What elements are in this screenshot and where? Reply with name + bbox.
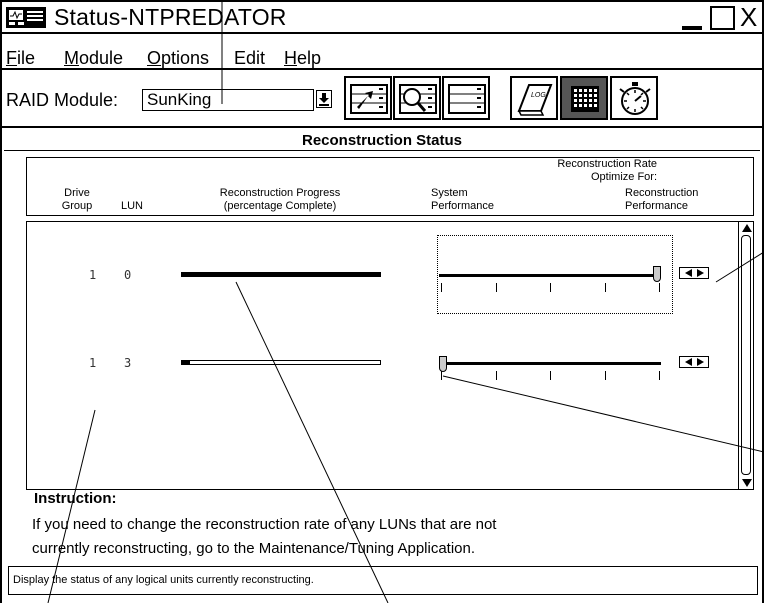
rate-spin-button[interactable] — [679, 356, 709, 368]
maximize-button[interactable] — [710, 6, 735, 30]
menu-bar: File Module Options Edit Help — [2, 34, 762, 70]
rate-slider-thumb[interactable] — [653, 266, 661, 282]
slider-tick — [550, 371, 551, 380]
vertical-scrollbar[interactable] — [738, 221, 754, 490]
scroll-up-arrow-icon[interactable] — [742, 224, 752, 232]
message-log-button[interactable]: LOG — [510, 76, 558, 120]
grid-display-icon — [571, 86, 599, 112]
slider-tick — [550, 283, 551, 292]
column-header: Drive Group LUN Reconstruction Progress … — [26, 157, 754, 216]
rate-spin-button[interactable] — [679, 267, 709, 279]
drive-stack-icon — [448, 84, 486, 114]
left-arrow-icon[interactable] — [685, 269, 692, 277]
magnifier-icon — [399, 84, 437, 114]
title-bar: Status-NTPREDATOR X — [2, 2, 762, 34]
stopwatch-icon — [619, 82, 651, 115]
header-lun: LUN — [120, 200, 143, 212]
header-system-performance: System Performance — [431, 187, 494, 212]
configuration-icon — [350, 84, 388, 114]
toolbar: RAID Module: SunKing LOG — [2, 70, 762, 128]
slider-tick — [604, 371, 606, 380]
rate-slider-track[interactable] — [439, 362, 661, 365]
instruction-title: Instruction: — [34, 490, 117, 507]
right-arrow-icon[interactable] — [697, 358, 704, 366]
menu-help[interactable]: Help — [284, 48, 321, 69]
slider-tick — [441, 283, 442, 292]
menu-options-mnemonic: O — [147, 48, 162, 68]
slider-tick — [659, 283, 660, 292]
timer-button[interactable] — [610, 76, 658, 120]
menu-edit-label: Edit — [234, 48, 266, 68]
header-reconstruction-performance: Reconstruction Performance — [625, 187, 699, 212]
menu-help-rest: elp — [297, 48, 322, 68]
header-progress: Reconstruction Progress (percentage Comp… — [219, 187, 341, 212]
scroll-down-arrow-icon[interactable] — [742, 479, 752, 487]
menu-options-rest: ptions — [161, 48, 210, 68]
menu-file[interactable]: File — [6, 48, 35, 69]
slider-tick — [495, 371, 497, 380]
header-rate-title: Reconstruction Rate Optimize For: — [557, 158, 657, 183]
row-drive-group: 1 — [89, 268, 97, 282]
minimize-button[interactable] — [680, 6, 704, 30]
menu-module-rest: odule — [79, 48, 124, 68]
progress-bar — [181, 360, 381, 365]
instruction-line-2: currently reconstructing, go to the Main… — [32, 540, 476, 557]
left-arrow-icon[interactable] — [685, 358, 692, 366]
rate-slider-thumb[interactable] — [439, 356, 447, 372]
progress-bar — [181, 272, 381, 277]
instruction-line-1: If you need to change the reconstruction… — [32, 516, 497, 533]
status-message: Display the status of any logical units … — [13, 574, 314, 586]
progress-fill — [182, 361, 190, 364]
menu-edit[interactable]: Edit — [234, 48, 265, 69]
recovery-button[interactable] — [442, 76, 490, 120]
reconstruction-list: 1 0 1 3 — [26, 221, 754, 490]
slider-tick — [495, 283, 497, 292]
raid-module-label: RAID Module: — [6, 90, 119, 110]
menu-file-mnemonic: F — [6, 48, 17, 68]
row-lun: 0 — [124, 268, 132, 282]
menu-options[interactable]: Options — [147, 48, 209, 69]
scroll-thumb[interactable] — [741, 235, 751, 475]
slider-tick — [441, 371, 442, 380]
rate-slider-track[interactable] — [439, 274, 661, 277]
status-button[interactable] — [393, 76, 441, 120]
menu-file-rest: ile — [17, 48, 36, 68]
menu-module[interactable]: Module — [64, 48, 123, 69]
log-book-icon: LOG — [517, 84, 553, 116]
close-button[interactable]: X — [740, 2, 757, 32]
row-drive-group: 1 — [89, 356, 97, 370]
right-arrow-icon[interactable] — [697, 269, 704, 277]
header-drive-group: Drive Group — [61, 187, 93, 212]
section-divider — [4, 150, 760, 151]
log-icon-text: LOG — [531, 92, 546, 99]
window-title: Status-NTPREDATOR — [54, 4, 287, 30]
configuration-button[interactable] — [344, 76, 392, 120]
menu-module-mnemonic: M — [64, 48, 79, 68]
dropdown-arrow-icon[interactable] — [316, 90, 332, 108]
menu-help-mnemonic: H — [284, 48, 297, 68]
app-monitor-icon[interactable] — [6, 7, 46, 28]
progress-fill — [182, 273, 380, 276]
status-window: Status-NTPREDATOR X File Module Options … — [0, 0, 764, 603]
raid-module-select[interactable]: SunKing — [142, 89, 314, 111]
status-view-button[interactable] — [560, 76, 608, 120]
section-title: Reconstruction Status — [301, 132, 463, 149]
status-bar: Display the status of any logical units … — [8, 566, 758, 595]
row-lun: 3 — [124, 356, 132, 370]
slider-tick — [659, 371, 660, 380]
slider-tick — [604, 283, 606, 292]
